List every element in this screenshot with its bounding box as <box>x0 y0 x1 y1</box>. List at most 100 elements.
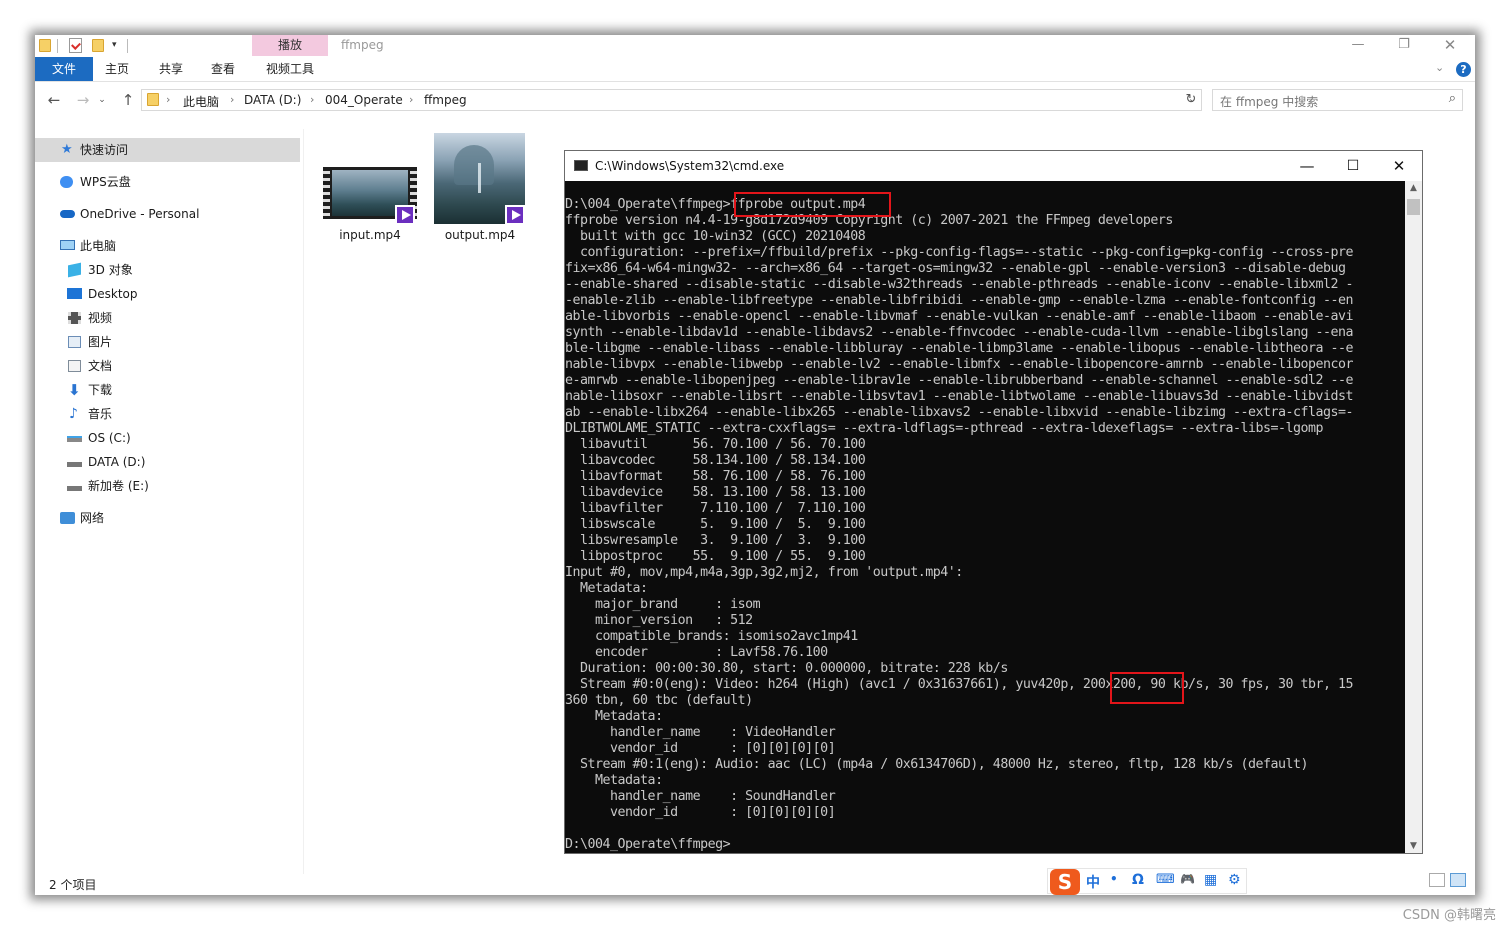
sidebar-item-quick-access[interactable]: ★ 快速访问 <box>35 138 300 162</box>
up-arrow-icon[interactable]: ↑ <box>119 91 137 109</box>
console-line: libavdevice 58. 13.100 / 58. 13.100 <box>565 485 866 500</box>
ribbon-tabs: 文件 主页 共享 查看 视频工具 ⌄ ? <box>35 57 1475 82</box>
sidebar-item-new-volume-e[interactable]: 新加卷 (E:) <box>35 474 300 498</box>
highlight-command <box>734 192 891 217</box>
address-bar[interactable]: › 此电脑 › DATA (D:) › 004_Operate › ffmpeg… <box>141 89 1202 111</box>
search-input[interactable]: 在 ffmpeg 中搜索 ⌕ <box>1212 89 1463 111</box>
restore-icon[interactable]: ❐ <box>1381 35 1427 57</box>
minimize-icon[interactable]: — <box>1335 35 1381 57</box>
video-play-icon <box>395 205 415 225</box>
breadcrumb-separator-icon[interactable]: › <box>409 93 413 106</box>
sogou-logo[interactable]: S <box>1050 869 1080 895</box>
sidebar-item-os-c[interactable]: OS (C:) <box>35 426 300 450</box>
scroll-down-icon[interactable]: ▼ <box>1405 841 1422 851</box>
file-item-output[interactable]: output.mp4 <box>428 132 532 244</box>
console-line: Metadata: <box>565 581 648 596</box>
sidebar-item-label: 新加卷 (E:) <box>88 479 149 493</box>
sidebar-item-network[interactable]: 网络 <box>35 506 300 530</box>
sidebar-item-label: OS (C:) <box>88 431 131 445</box>
sidebar-item-label: 3D 对象 <box>88 263 133 277</box>
tab-video-tools[interactable]: 视频工具 <box>252 57 328 81</box>
onedrive-icon <box>60 210 75 218</box>
sidebar-item-pictures[interactable]: 图片 <box>35 330 300 354</box>
sidebar-item-desktop[interactable]: Desktop <box>35 282 300 306</box>
breadcrumb-drive[interactable]: DATA (D:) <box>244 93 301 107</box>
console-output[interactable]: D:\004_Operate\ffmpeg>ffprobe output.mp4… <box>565 197 1405 853</box>
scroll-up-icon[interactable]: ▲ <box>1405 183 1422 193</box>
console-line: libpostproc 55. 9.100 / 55. 9.100 <box>565 549 866 564</box>
tab-view[interactable]: 查看 <box>199 57 247 81</box>
console-line: libswresample 3. 9.100 / 3. 9.100 <box>565 533 866 548</box>
ime-settings-icon[interactable]: ⚙ <box>1228 872 1241 888</box>
folder-icon[interactable] <box>39 39 51 55</box>
sidebar-item-label: DATA (D:) <box>88 455 146 469</box>
sidebar-item-videos[interactable]: 视频 <box>35 306 300 330</box>
cmd-title-bar[interactable]: C:\Windows\System32\cmd.exe — ☐ ✕ <box>565 151 1422 181</box>
sidebar-item-onedrive[interactable]: OneDrive - Personal <box>35 202 300 226</box>
videos-icon <box>68 312 81 324</box>
console-line: compatible_brands: isomiso2avc1mp41 <box>565 629 858 644</box>
new-folder-icon[interactable] <box>92 39 104 55</box>
cmd-maximize-icon[interactable]: ☐ <box>1330 151 1376 181</box>
tab-share[interactable]: 共享 <box>147 57 195 81</box>
console-line: Input #0, mov,mp4,m4a,3gp,3g2,mj2, from … <box>565 565 963 580</box>
console-line: nable-libsoxr --enable-libsrt --enable-l… <box>565 389 1354 404</box>
sidebar-item-this-pc[interactable]: 此电脑 <box>35 234 300 258</box>
breadcrumb-folder-operate[interactable]: 004_Operate <box>325 93 403 107</box>
sidebar-item-label: OneDrive - Personal <box>80 207 200 221</box>
console-line: ab --enable-libx264 --enable-libx265 --e… <box>565 405 1354 420</box>
scroll-thumb[interactable] <box>1407 199 1420 215</box>
sidebar-item-label: 网络 <box>80 511 105 525</box>
sidebar-item-wps-cloud[interactable]: WPS云盘 <box>35 170 300 194</box>
help-icon[interactable]: ? <box>1456 62 1471 77</box>
ime-toolbox-icon[interactable]: ▦ <box>1204 872 1217 888</box>
forward-arrow-icon[interactable]: → <box>74 91 92 109</box>
cmd-minimize-icon[interactable]: — <box>1284 151 1330 181</box>
details-view-icon[interactable] <box>1429 873 1445 887</box>
cmd-icon <box>574 160 588 171</box>
breadcrumb-folder-ffmpeg[interactable]: ffmpeg <box>424 93 467 107</box>
cmd-close-icon[interactable]: ✕ <box>1376 151 1422 181</box>
sidebar-item-data-d[interactable]: DATA (D:) <box>35 450 300 474</box>
cmd-scrollbar[interactable]: ▲ ▼ <box>1405 181 1422 853</box>
search-icon[interactable]: ⌕ <box>1449 91 1456 106</box>
large-icons-view-icon[interactable] <box>1450 873 1466 887</box>
console-line: minor_version : 512 <box>565 613 753 628</box>
ime-punctuation-icon[interactable]: • <box>1110 872 1118 886</box>
console-line: libavfilter 7.110.100 / 7.110.100 <box>565 501 866 516</box>
sidebar-item-label: 图片 <box>88 335 113 349</box>
breadcrumb-separator-icon[interactable]: › <box>166 93 170 106</box>
breadcrumb-separator-icon[interactable]: › <box>230 93 234 106</box>
properties-icon[interactable] <box>69 38 82 53</box>
breadcrumb-this-pc[interactable]: 此电脑 <box>183 93 219 110</box>
sidebar-item-downloads[interactable]: ⬇ 下载 <box>35 378 300 402</box>
ribbon-context-tab[interactable]: 播放 <box>252 35 328 56</box>
cmd-window[interactable]: C:\Windows\System32\cmd.exe — ☐ ✕ D:\004… <box>564 150 1423 854</box>
refresh-icon[interactable]: ↻ <box>1182 91 1200 109</box>
ime-chinese-toggle[interactable]: 中 <box>1086 872 1100 892</box>
drive-icon <box>67 462 82 467</box>
sidebar-item-documents[interactable]: 文档 <box>35 354 300 378</box>
tab-home[interactable]: 主页 <box>93 57 141 81</box>
console-line: ble-libgme --enable-libass --enable-libb… <box>565 341 1354 356</box>
recent-dropdown-icon[interactable]: ⌄ <box>93 91 111 109</box>
file-item-input[interactable]: input.mp4 <box>318 132 422 244</box>
sidebar-item-3d-objects[interactable]: 3D 对象 <box>35 258 300 282</box>
sidebar-item-music[interactable]: ♪ 音乐 <box>35 402 300 426</box>
tab-file[interactable]: 文件 <box>35 57 93 81</box>
ime-game-icon[interactable]: 🎮 <box>1180 872 1195 886</box>
sidebar-item-label: 文档 <box>88 359 113 373</box>
console-line: D:\004_Operate\ffmpeg> <box>565 837 731 852</box>
breadcrumb-separator-icon[interactable]: › <box>310 93 314 106</box>
video-play-icon <box>505 205 525 225</box>
console-line: 360 tbn, 60 tbc (default) <box>565 693 753 708</box>
back-arrow-icon[interactable]: ← <box>45 91 63 109</box>
search-placeholder: 在 ffmpeg 中搜索 <box>1220 95 1319 109</box>
console-line: Stream #0:1(eng): Audio: aac (LC) (mp4a … <box>565 757 1309 772</box>
customize-toolbar-icon[interactable]: ▾ <box>112 40 117 50</box>
console-line: able-libvorbis --enable-opencl --enable-… <box>565 309 1354 324</box>
ime-keyboard-icon[interactable]: ⌨ <box>1156 872 1175 887</box>
expand-ribbon-icon[interactable]: ⌄ <box>1435 61 1444 74</box>
close-icon[interactable]: ✕ <box>1427 35 1473 57</box>
ime-symbol-icon[interactable]: Ω <box>1132 872 1144 888</box>
